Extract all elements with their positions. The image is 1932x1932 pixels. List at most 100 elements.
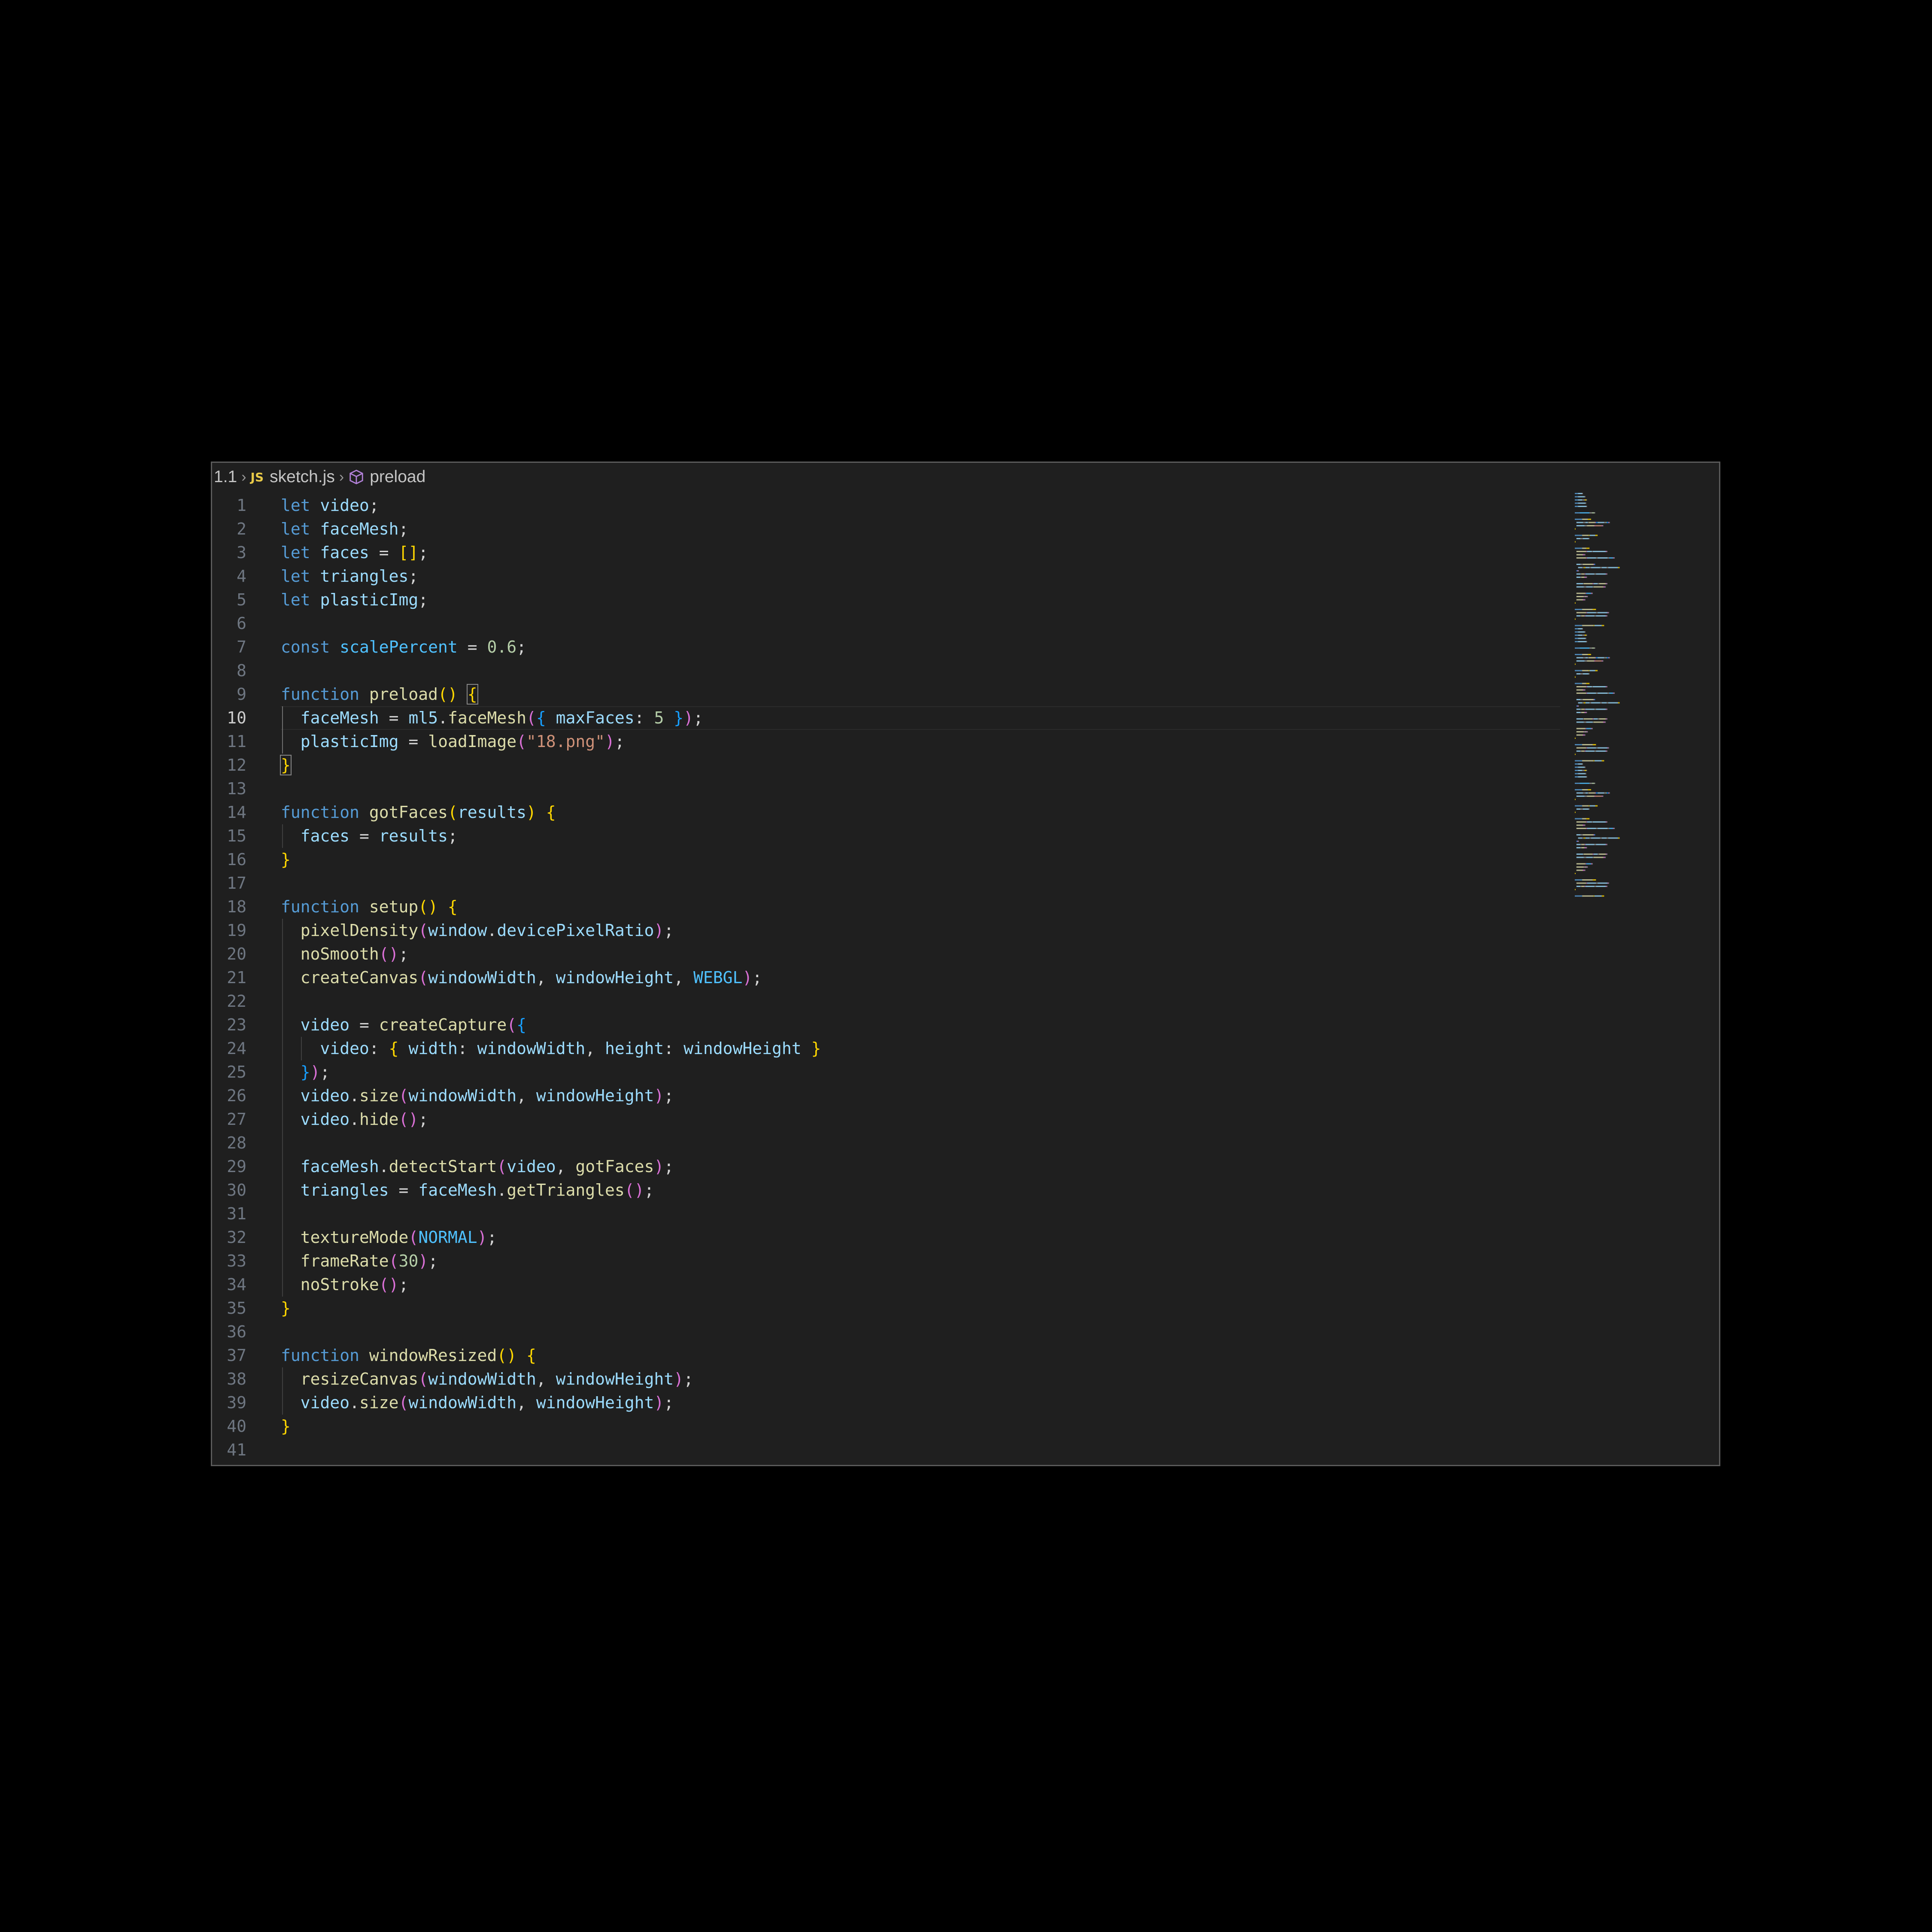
code-line[interactable]: 37 function windowResized() { <box>212 1344 1719 1367</box>
code-line[interactable]: 13 <box>212 777 1719 801</box>
code-line[interactable]: 3 let faces = []; <box>212 541 1719 565</box>
breadcrumb-file[interactable]: sketch.js <box>270 468 335 486</box>
code-line[interactable]: 33 frameRate(30); <box>212 1249 1719 1273</box>
code-line[interactable]: 35} <box>212 1297 1719 1320</box>
minimap-token <box>1581 750 1585 752</box>
code-line[interactable]: 26 video.size(windowWidth, windowHeight)… <box>212 1084 1719 1108</box>
code-line[interactable]: 2 let faceMesh; <box>212 517 1719 541</box>
line-number: 1 <box>237 496 246 515</box>
minimap-token <box>1576 693 1586 694</box>
code-token: scalePercent <box>340 638 458 656</box>
minimap-token <box>1581 886 1585 887</box>
code-line[interactable]: 6 <box>212 612 1719 635</box>
code-line[interactable]: 5 let plasticImg; <box>212 588 1719 612</box>
code-line[interactable]: 9 function preload() { <box>212 683 1719 706</box>
code-line[interactable]: 12} <box>212 753 1719 777</box>
code-line[interactable]: 22 <box>212 990 1719 1013</box>
breadcrumb-symbol[interactable]: preload <box>370 468 425 486</box>
code-area[interactable]: 1 let video; 2 let faceMesh; 3 let faces = []… <box>212 494 1719 1465</box>
code-line[interactable]: 19 pixelDensity(window.devicePixelRatio)… <box>212 919 1719 942</box>
code-line[interactable]: 24 video: { width: windowWidth, height: … <box>212 1037 1719 1060</box>
minimap-token <box>1589 702 1591 704</box>
minimap-token <box>1582 609 1593 610</box>
chevron-right-icon: › <box>339 468 344 485</box>
minimap-token <box>1575 609 1583 610</box>
minimap-token <box>1576 657 1583 659</box>
minimap-token <box>1606 573 1607 575</box>
minimap-token <box>1578 638 1586 639</box>
minimap-token <box>1586 866 1587 868</box>
minimap-token <box>1618 837 1620 839</box>
line-number: 14 <box>227 803 246 822</box>
minimap-token <box>1580 808 1583 810</box>
code-line[interactable]: 38 resizeCanvas(windowWidth, windowHeigh… <box>212 1367 1719 1391</box>
code-token: faceMesh <box>300 708 379 727</box>
minimap-token <box>1576 866 1584 868</box>
code-line[interactable]: 14 function gotFaces(results) { <box>212 801 1719 824</box>
minimap-token <box>1584 869 1586 871</box>
code-line[interactable]: 28 <box>212 1131 1719 1155</box>
code-line[interactable]: 42 function getBoundingBox(keypoints) { <box>212 1462 1719 1465</box>
code-token: frameRate <box>300 1252 389 1270</box>
minimap-token <box>1575 496 1578 498</box>
code-line[interactable]: 27 video.hide(); <box>212 1108 1719 1131</box>
line-number: 10 <box>227 708 246 727</box>
code-line[interactable]: 21 createCanvas(windowWidth, windowHeigh… <box>212 966 1719 990</box>
code-line[interactable]: 1 let video; <box>212 494 1719 517</box>
code-line[interactable]: 8 <box>212 659 1719 683</box>
code-line[interactable]: 29 faceMesh.detectStart(video, gotFaces)… <box>212 1155 1719 1179</box>
code-line[interactable]: 16} <box>212 848 1719 872</box>
code-editor[interactable]: 1.1 › JS sketch.js › preload 1 let video;… <box>211 462 1720 1466</box>
code-line[interactable]: 39 video.size(windowWidth, windowHeight)… <box>212 1391 1719 1415</box>
code-line[interactable]: 17 <box>212 872 1719 895</box>
line-number: 36 <box>227 1322 246 1341</box>
minimap-token <box>1607 882 1608 884</box>
minimap-token <box>1575 663 1576 665</box>
code-line[interactable]: 31 <box>212 1202 1719 1226</box>
breadcrumb-root[interactable]: 1.1 <box>214 468 237 486</box>
code-line[interactable]: 36 <box>212 1320 1719 1344</box>
code-line[interactable]: 20 noSmooth(); <box>212 942 1719 966</box>
code-line[interactable]: 32 textureMode(NORMAL); <box>212 1226 1719 1249</box>
minimap-token <box>1584 496 1586 498</box>
code-line[interactable]: 23 video = createCapture({ <box>212 1013 1719 1037</box>
code-line[interactable]: 40} <box>212 1415 1719 1438</box>
code-token: , <box>556 1157 576 1176</box>
minimap-token <box>1575 811 1576 813</box>
code-token: windowHeight <box>556 1370 674 1388</box>
minimap-token <box>1576 734 1583 736</box>
minimap-token <box>1596 844 1606 845</box>
minimap-token <box>1605 857 1606 858</box>
minimap-token <box>1576 886 1581 887</box>
minimap-token <box>1586 882 1587 884</box>
code-line[interactable]: 10 faceMesh = ml5.faceMesh({ maxFaces: 5… <box>212 706 1719 730</box>
code-token: windowResized <box>369 1346 497 1365</box>
minimap-token <box>1575 541 1576 543</box>
minimap-token <box>1576 796 1585 797</box>
code-line[interactable]: 15 faces = results; <box>212 824 1719 848</box>
code-line[interactable]: 11 plasticImg = loadImage("18.png"); <box>212 730 1719 753</box>
minimap-token <box>1598 718 1599 720</box>
code-line[interactable]: 4 let triangles; <box>212 565 1719 588</box>
code-token: detectStart <box>389 1157 497 1176</box>
minimap-token <box>1576 551 1586 552</box>
code-token: , <box>536 1370 556 1388</box>
minimap-token <box>1582 683 1586 684</box>
code-line[interactable]: 34 noStroke(); <box>212 1273 1719 1297</box>
minimap[interactable] <box>1573 493 1676 922</box>
minimap-token <box>1576 828 1586 829</box>
line-number: 34 <box>227 1275 246 1294</box>
line-number: 15 <box>227 826 246 845</box>
code-line[interactable]: 25 }); <box>212 1060 1719 1084</box>
code-line[interactable]: 41 <box>212 1438 1719 1462</box>
minimap-token <box>1592 854 1594 855</box>
minimap-token <box>1575 641 1578 642</box>
code-line[interactable]: 7 const scalePercent = 0.6; <box>212 635 1719 659</box>
code-line[interactable]: 30 triangles = faceMesh.getTriangles(); <box>212 1179 1719 1202</box>
minimap-token <box>1608 522 1609 523</box>
minimap-token <box>1613 557 1614 559</box>
code-line[interactable]: 18 function setup() { <box>212 895 1719 919</box>
